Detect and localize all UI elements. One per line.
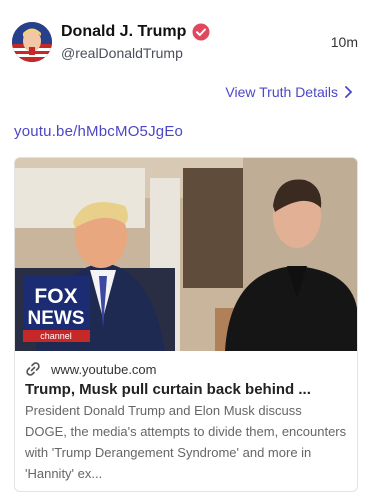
link-preview-body: www.youtube.com Trump, Musk pull curtain… bbox=[15, 351, 357, 491]
chevron-right-icon bbox=[345, 86, 352, 98]
link-description: President Donald Trump and Elon Musk dis… bbox=[25, 403, 347, 481]
link-title[interactable]: Trump, Musk pull curtain back behind ... bbox=[25, 381, 347, 398]
channel-logo-text: channel bbox=[40, 331, 72, 341]
news-logo-text: NEWS bbox=[28, 308, 85, 329]
verified-badge-icon bbox=[192, 23, 210, 41]
fox-logo-text: FOX bbox=[34, 285, 77, 308]
link-source-row: www.youtube.com bbox=[25, 361, 347, 377]
post-url-link[interactable]: youtu.be/hMbcMO5JgEo bbox=[14, 123, 183, 140]
avatar[interactable] bbox=[12, 22, 52, 62]
author-names: Donald J. Trump @realDonaldTrump bbox=[61, 22, 210, 61]
view-truth-details-label: View Truth Details bbox=[225, 84, 338, 100]
display-name[interactable]: Donald J. Trump bbox=[61, 22, 186, 42]
handle[interactable]: @realDonaldTrump bbox=[61, 45, 210, 61]
link-icon bbox=[26, 362, 40, 376]
link-domain: www.youtube.com bbox=[51, 361, 157, 377]
timestamp: 10m bbox=[330, 34, 358, 50]
view-truth-details-link[interactable]: View Truth Details bbox=[225, 84, 352, 100]
video-thumbnail[interactable]: FOX NEWS channel bbox=[15, 158, 357, 351]
link-preview-card[interactable]: FOX NEWS channel www.youtube.com Trump, … bbox=[14, 157, 358, 492]
post-header: Donald J. Trump @realDonaldTrump 10m bbox=[12, 22, 358, 66]
